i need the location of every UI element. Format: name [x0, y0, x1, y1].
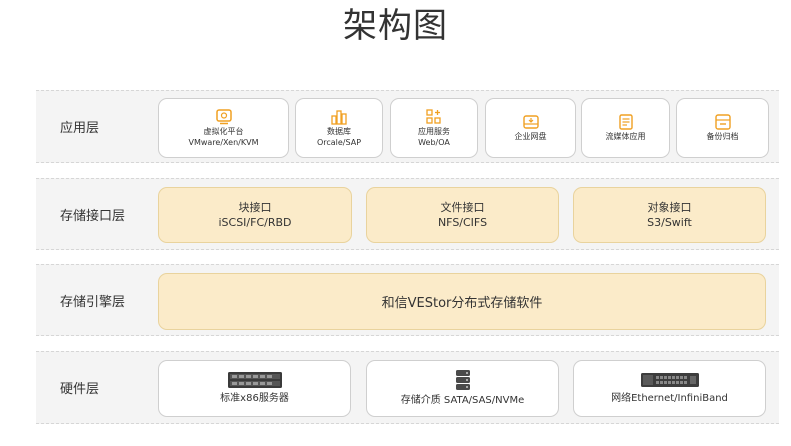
block-interface: 块接口 iSCSI/FC/RBD — [158, 187, 352, 243]
app-sub: Orcale/SAP — [316, 137, 362, 147]
interface-sub: iSCSI/FC/RBD — [218, 216, 292, 229]
hardware-layer: 硬件层 标准x86服务器 存储介质 SATA/SAS/NVMe 网络Ethern… — [36, 351, 779, 424]
app-name: 备份归档 — [706, 132, 739, 141]
hardware-name: 网络Ethernet/InfiniBand — [611, 393, 728, 404]
app-sub: Web/OA — [418, 137, 450, 147]
network-switch-icon — [640, 373, 699, 387]
interface-name: 块接口 — [238, 201, 272, 214]
interface-name: 文件接口 — [440, 201, 485, 214]
archive-icon — [714, 114, 731, 130]
app-cloud-drive: 企业网盘 — [485, 98, 576, 158]
interface-sub: S3/Swift — [647, 216, 692, 229]
hardware-network: 网络Ethernet/InfiniBand — [573, 360, 766, 417]
app-name: 虚拟化平台 — [203, 126, 244, 136]
hardware-layer-label: 硬件层 — [60, 382, 100, 397]
object-interface: 对象接口 S3/Swift — [573, 187, 766, 243]
app-virtualization: 虚拟化平台 VMware/Xen/KVM — [158, 98, 289, 158]
media-icon — [618, 114, 633, 130]
database-bars-icon — [331, 109, 347, 125]
app-name: 企业网盘 — [514, 132, 547, 141]
engine-name: 和信VEStor分布式存储软件 — [381, 296, 543, 311]
app-services: 应用服务 Web/OA — [390, 98, 478, 158]
interface-name: 对象接口 — [647, 201, 692, 214]
hardware-name: 存储介质 SATA/SAS/NVMe — [400, 395, 525, 406]
server-icon — [227, 372, 282, 388]
app-backup: 备份归档 — [676, 98, 769, 158]
application-layer-label: 应用层 — [60, 121, 100, 136]
hardware-name: 标准x86服务器 — [220, 393, 289, 404]
app-name: 数据库 — [327, 126, 351, 136]
storage-engine-layer: 存储引擎层 和信VEStor分布式存储软件 — [36, 264, 779, 336]
file-interface: 文件接口 NFS/CIFS — [366, 187, 559, 243]
app-grid-icon — [426, 108, 441, 124]
storage-engine-layer-label: 存储引擎层 — [60, 294, 126, 310]
hardware-storage-media: 存储介质 SATA/SAS/NVMe — [366, 360, 559, 417]
monitor-icon — [215, 108, 232, 124]
application-layer: 应用层 虚拟化平台 VMware/Xen/KVM 数据库 Orcale/SAP … — [36, 90, 779, 163]
app-name: 流媒体应用 — [605, 132, 646, 141]
hardware-server: 标准x86服务器 — [158, 360, 351, 417]
app-database: 数据库 Orcale/SAP — [295, 98, 383, 158]
storage-interface-layer-label: 存储接口层 — [60, 208, 126, 224]
app-streaming: 流媒体应用 — [581, 98, 670, 158]
storage-interface-layer: 存储接口层 块接口 iSCSI/FC/RBD 文件接口 NFS/CIFS 对象接… — [36, 178, 779, 250]
interface-sub: NFS/CIFS — [437, 216, 488, 229]
app-sub: VMware/Xen/KVM — [188, 137, 259, 147]
cloud-drive-icon — [522, 115, 539, 129]
disk-stack-icon — [455, 370, 470, 390]
diagram-title: 架构图 — [343, 6, 448, 46]
app-name: 应用服务 — [418, 126, 450, 136]
storage-engine-box: 和信VEStor分布式存储软件 — [158, 273, 766, 330]
